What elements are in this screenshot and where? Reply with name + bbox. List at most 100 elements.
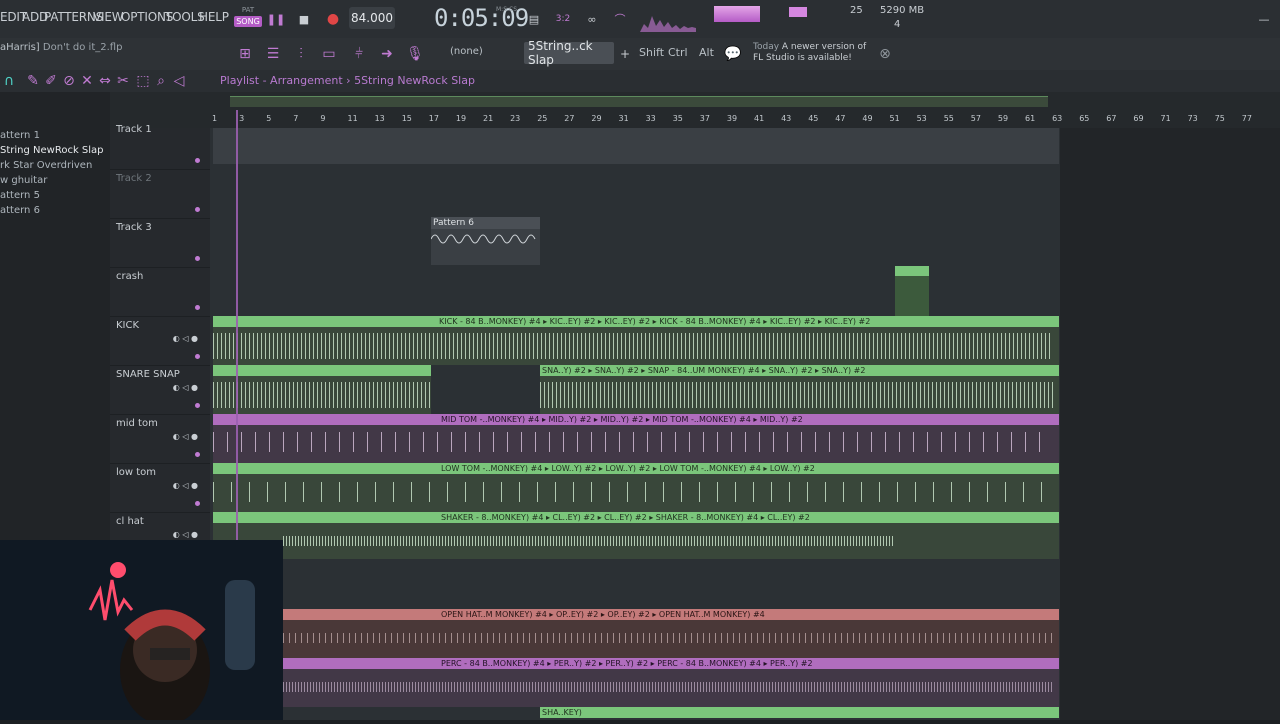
shaker-clip-label: SHA..KEY) <box>542 708 582 717</box>
stop-icon[interactable]: ■ <box>294 9 314 29</box>
preset-selector[interactable]: (none) <box>450 46 483 57</box>
step-edit-icon[interactable]: ▤ <box>524 9 544 29</box>
arrow-right-icon[interactable]: ➜ <box>378 45 396 63</box>
pause-icon[interactable]: ❚❚ <box>266 9 286 29</box>
mute-icon[interactable]: ✕ <box>78 72 96 90</box>
slice-icon[interactable]: ✂ <box>114 72 132 90</box>
playlist-header <box>0 70 1280 92</box>
slip-icon[interactable]: ⇔ <box>96 72 114 90</box>
track-header[interactable]: low tom ◐ ◁ ● <box>110 463 210 513</box>
playlist-view-icon[interactable]: ⊞ <box>236 45 254 63</box>
online-icon[interactable]: ⊗ <box>876 45 894 63</box>
lowtom-clip-header[interactable]: LOW TOM -..MONKEY) #4 ▸ LOW..Y) #2 ▸ LOW… <box>213 463 1059 474</box>
arrangement-empty-area[interactable] <box>1060 128 1280 720</box>
track-header[interactable]: crash <box>110 267 210 317</box>
cpu-meter-graph <box>640 16 696 32</box>
track-header[interactable]: Track 1 <box>110 120 210 170</box>
bar-number: 17 <box>428 114 439 123</box>
track-record-icon[interactable] <box>195 403 200 408</box>
bar-number: 65 <box>1079 114 1090 123</box>
delete-icon[interactable]: ⊘ <box>60 72 78 90</box>
snare-clip-header-2[interactable]: SNA..Y) #2 ▸ SNA..Y) #2 ▸ SNAP - 84..UM … <box>540 365 1059 376</box>
browser-item[interactable]: attern 1 <box>0 128 110 143</box>
alt-key[interactable]: Alt <box>699 46 714 59</box>
tempo-display[interactable]: 84.000 <box>349 7 395 29</box>
browser-item[interactable]: rk Star Overdriven <box>0 158 110 173</box>
track-record-icon[interactable] <box>195 256 200 261</box>
memory-value: 5290 MB <box>880 5 925 16</box>
perc-clip-header[interactable]: PERC - 84 B..MONKEY) #4 ▸ PER..Y) #2 ▸ P… <box>283 658 1059 669</box>
minimize-icon[interactable]: — <box>1254 9 1274 29</box>
browser-item[interactable]: String NewRock Slap <box>0 143 110 158</box>
shaker-clip-header[interactable]: SHA..KEY) <box>540 707 1059 718</box>
metronome-icon[interactable]: ⌒ <box>610 9 630 29</box>
bar-number: 37 <box>699 114 710 123</box>
news-panel[interactable]: Today A newer version of FL Studio is av… <box>753 42 866 64</box>
pattern-selector[interactable]: 5String..ck Slap <box>524 39 614 67</box>
track-record-icon[interactable] <box>195 207 200 212</box>
playlist-pattern-name: 5String NewRock Slap <box>354 74 475 87</box>
zoom-icon[interactable]: ⌕ <box>152 72 170 90</box>
plugin-picker-icon[interactable]: ⫩ <box>350 45 368 63</box>
pat-song-toggle[interactable]: PAT SONG <box>234 6 262 32</box>
track-name: SNARE SNAP <box>116 369 180 380</box>
track-controls-icon[interactable]: ◐ ◁ ● <box>173 432 198 441</box>
piano-roll-view-icon[interactable]: ☰ <box>264 45 282 63</box>
snare-clip-header-1[interactable] <box>213 365 431 376</box>
track-controls-icon[interactable]: ◐ ◁ ● <box>173 383 198 392</box>
track-controls-icon[interactable]: ◐ ◁ ● <box>173 530 198 539</box>
song-overview[interactable] <box>230 96 1048 107</box>
track-header[interactable]: Track 3 <box>110 218 210 268</box>
time-unit-label: M:S:CS <box>496 6 518 13</box>
menu-view[interactable]: VIEW <box>93 10 124 24</box>
playback-icon[interactable]: ◁ <box>170 72 188 90</box>
record-icon[interactable]: ● <box>323 9 343 29</box>
microphone-icon[interactable]: 🎙 <box>406 45 424 63</box>
midtom-clip-header[interactable]: MID TOM -..MONKEY) #4 ▸ MID..Y) #2 ▸ MID… <box>213 414 1059 425</box>
loop-record-icon[interactable]: ∞ <box>582 9 602 29</box>
track-record-icon[interactable] <box>195 305 200 310</box>
shift-key[interactable]: Shift <box>639 46 664 59</box>
news-line-2: FL Studio is available! <box>753 53 852 63</box>
track1-clip[interactable] <box>213 128 1059 164</box>
track-record-icon[interactable] <box>195 452 200 457</box>
mixer-view-icon[interactable]: ▭ <box>320 45 338 63</box>
ctrl-key[interactable]: Ctrl <box>668 46 688 59</box>
browser-item[interactable]: attern 6 <box>0 203 110 218</box>
openhat-waveform <box>283 633 1053 643</box>
track-header[interactable]: SNARE SNAP ◐ ◁ ● <box>110 365 210 415</box>
track-record-icon[interactable] <box>195 354 200 359</box>
track-name: crash <box>116 271 144 282</box>
browser-item[interactable]: w ghuitar <box>0 173 110 188</box>
track-name: Track 2 <box>116 173 152 184</box>
webcam-overlay <box>0 540 283 724</box>
draw-icon[interactable]: ✎ <box>24 72 42 90</box>
lowtom-clip-label: LOW TOM -..MONKEY) #4 ▸ LOW..Y) #2 ▸ LOW… <box>441 464 815 473</box>
bar-number: 69 <box>1133 114 1144 123</box>
track-record-icon[interactable] <box>195 501 200 506</box>
magnet-icon[interactable]: ∩ <box>0 72 18 90</box>
hat-clip-header[interactable]: SHAKER - 8..MONKEY) #4 ▸ CL..EY) #2 ▸ CL… <box>213 512 1059 523</box>
paint-icon[interactable]: ✐ <box>42 72 60 90</box>
pattern-clip[interactable]: Pattern 6 <box>430 217 540 265</box>
kick-clip-header[interactable]: KICK - 84 B..MONKEY) #4 ▸ KIC..EY) #2 ▸ … <box>213 316 1059 327</box>
snap-icon[interactable]: 3:2 <box>553 9 573 29</box>
playhead-marker[interactable] <box>236 110 238 540</box>
voices-value: 4 <box>894 19 901 30</box>
track-header[interactable]: mid tom ◐ ◁ ● <box>110 414 210 464</box>
track-controls-icon[interactable]: ◐ ◁ ● <box>173 481 198 490</box>
news-icon[interactable]: 💬 <box>724 45 742 63</box>
bar-number: 35 <box>672 114 683 123</box>
openhat-clip-header[interactable]: OPEN HAT..M MONKEY) #4 ▸ OP..EY) #2 ▸ OP… <box>283 609 1059 620</box>
add-pattern-icon[interactable]: + <box>616 45 634 63</box>
track-header[interactable]: Track 2 <box>110 169 210 219</box>
select-icon[interactable]: ⬚ <box>134 72 152 90</box>
menu-help[interactable]: HELP <box>199 10 229 24</box>
browser-item[interactable]: attern 5 <box>0 188 110 203</box>
track-header[interactable]: KICK ◐ ◁ ● <box>110 316 210 366</box>
track-record-icon[interactable] <box>195 158 200 163</box>
track-controls-icon[interactable]: ◐ ◁ ● <box>173 334 198 343</box>
bar-number: 75 <box>1214 114 1225 123</box>
channel-rack-view-icon[interactable]: ⫶ <box>292 45 310 63</box>
crash-clip[interactable] <box>895 266 929 322</box>
